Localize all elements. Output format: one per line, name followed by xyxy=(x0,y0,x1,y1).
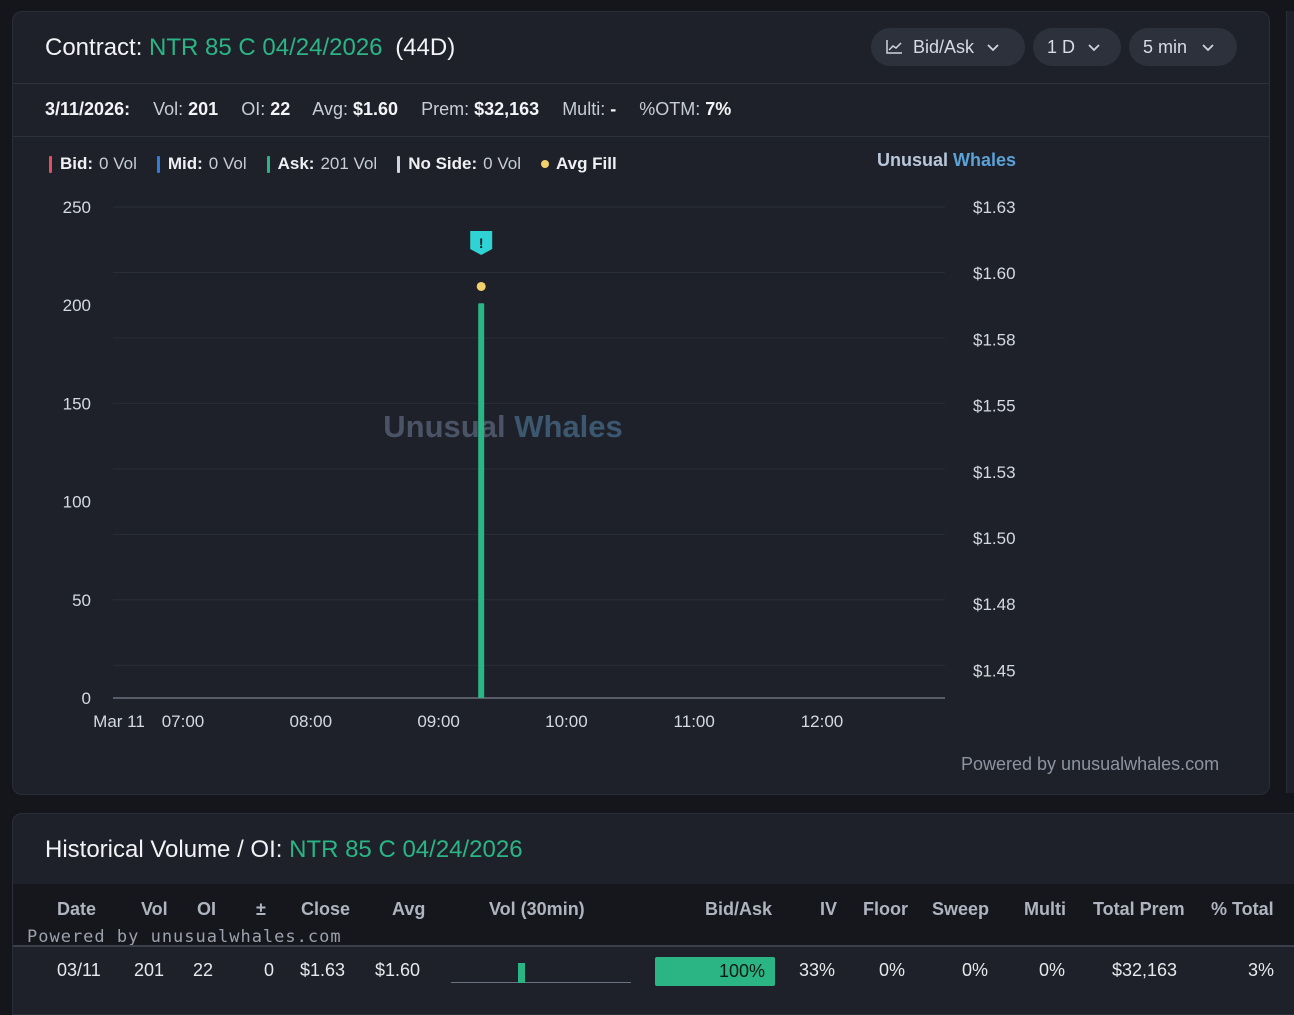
col-oi[interactable]: OI xyxy=(197,899,216,920)
col-iv[interactable]: IV xyxy=(820,899,837,920)
y-right-tick-label: $1.55 xyxy=(973,397,1016,416)
col-bidask[interactable]: Bid/Ask xyxy=(705,899,772,920)
y-right-tick-label: $1.58 xyxy=(973,330,1016,349)
y-left-tick-label: 0 xyxy=(82,689,91,708)
col-pct-total[interactable]: % Total xyxy=(1211,899,1274,920)
x-tick-label: 07:00 xyxy=(162,712,205,731)
x-tick-label: 10:00 xyxy=(545,712,588,731)
cell-avg: $1.60 xyxy=(375,960,421,980)
historical-volume-panel: Historical Volume / OI: NTR 85 C 04/24/2… xyxy=(12,813,1294,1015)
historical-table-header: Date Vol OI ± Close Avg Vol (30min) Bid/… xyxy=(13,884,1294,947)
cell-change: 0 xyxy=(264,960,275,980)
vol30-sparkline-bar xyxy=(518,963,525,983)
cell-iv: 33% xyxy=(799,960,836,980)
col-total-prem[interactable]: Total Prem xyxy=(1093,899,1185,920)
avg-fill-point xyxy=(476,281,486,291)
header-row-divider xyxy=(13,945,1294,947)
adjacent-panel-edge xyxy=(1286,11,1294,793)
col-avg[interactable]: Avg xyxy=(392,899,425,920)
cell-floor: 0% xyxy=(879,960,906,980)
y-left-tick-label: 250 xyxy=(63,198,91,217)
powered-by[interactable]: Powered by unusualwhales.com xyxy=(961,754,1219,775)
contract-chart-panel: Contract: NTR 85 C 04/24/2026 (44D) Bid/… xyxy=(12,11,1270,795)
cell-bidask: 100% xyxy=(718,961,765,981)
chart-watermark: Unusual Whales xyxy=(383,409,622,444)
historical-powered-by: Powered by unusualwhales.com xyxy=(27,927,342,947)
x-tick-label: 09:00 xyxy=(417,712,460,731)
cell-sweep: 0% xyxy=(962,960,989,980)
historical-title: Historical Volume / OI: NTR 85 C 04/24/2… xyxy=(45,836,523,864)
col-change[interactable]: ± xyxy=(256,899,266,920)
col-floor[interactable]: Floor xyxy=(863,899,908,920)
y-right-tick-label: $1.50 xyxy=(973,529,1016,548)
col-vol30[interactable]: Vol (30min) xyxy=(489,899,585,920)
volume-bar-ask xyxy=(478,303,485,698)
x-tick-label: Mar 11 xyxy=(93,712,145,731)
x-tick-label: 08:00 xyxy=(290,712,333,731)
cell-oi: 22 xyxy=(193,960,214,980)
y-right-tick-label: $1.53 xyxy=(973,463,1016,482)
vol30-sparkline-baseline xyxy=(451,982,631,983)
historical-title-label: Historical Volume / OI: xyxy=(45,836,283,863)
y-right-tick-label: $1.60 xyxy=(973,264,1016,283)
col-close[interactable]: Close xyxy=(301,899,350,920)
cell-pct-total: 3% xyxy=(1248,960,1275,980)
cell-date: 03/11 xyxy=(57,960,101,980)
y-right-tick-label: $1.45 xyxy=(973,661,1016,680)
y-right-tick-label: $1.48 xyxy=(973,595,1016,614)
y-left-tick-label: 50 xyxy=(72,591,91,610)
volume-chart[interactable]: 250 200 150 100 50 0 $1.63 $1.60 $1.58 $1.55 $1.53… xyxy=(13,12,1269,794)
y-right-tick-label: $1.63 xyxy=(973,198,1016,217)
col-date[interactable]: Date xyxy=(57,899,96,920)
col-multi[interactable]: Multi xyxy=(1024,899,1066,920)
cell-close: $1.63 xyxy=(300,960,346,980)
col-sweep[interactable]: Sweep xyxy=(932,899,989,920)
historical-symbol[interactable]: NTR 85 C 04/24/2026 xyxy=(289,836,522,863)
cell-multi: 0% xyxy=(1039,960,1066,980)
y-left-tick-label: 200 xyxy=(63,296,91,315)
cell-total-prem: $32,163 xyxy=(1112,960,1178,980)
flag-marker-symbol: ! xyxy=(479,235,484,251)
y-left-tick-label: 100 xyxy=(63,493,91,512)
x-tick-label: 12:00 xyxy=(801,712,844,731)
cell-vol: 201 xyxy=(134,960,165,980)
y-left-tick-label: 150 xyxy=(63,394,91,413)
x-tick-label: 11:00 xyxy=(674,712,715,731)
col-vol[interactable]: Vol xyxy=(141,899,168,920)
